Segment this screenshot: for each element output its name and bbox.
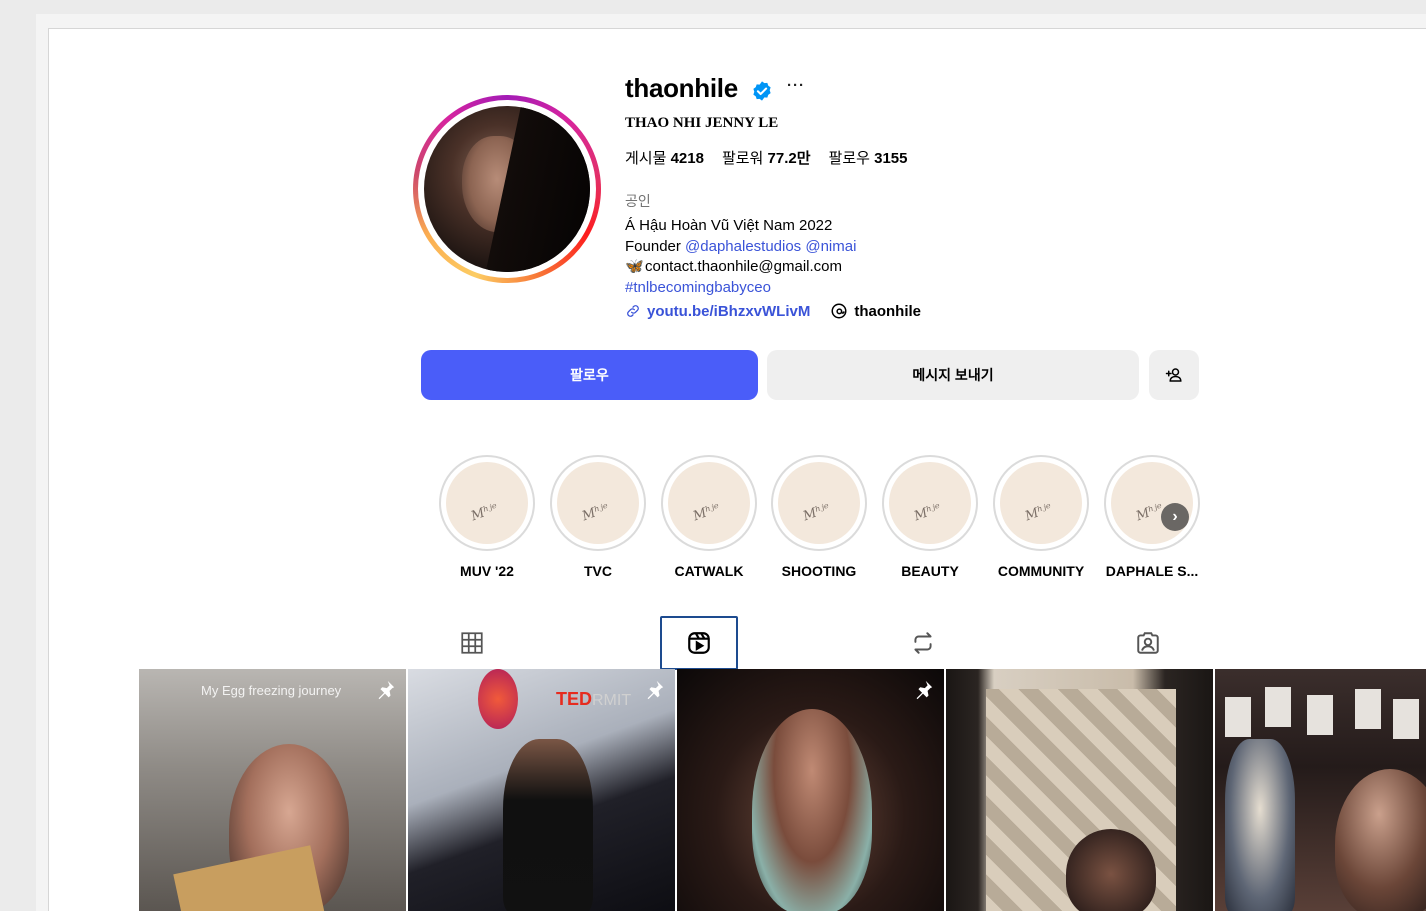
add-user-icon	[1165, 368, 1182, 382]
highlight-beauty[interactable]: Mʰʲᵉ BEAUTY	[882, 455, 978, 579]
bio-title-line: Á Hậu Hoàn Vũ Việt Nam 2022	[625, 217, 833, 234]
pin-icon	[916, 680, 933, 700]
butterfly-icon: 🦋	[625, 258, 644, 275]
tab-reposts[interactable]	[884, 616, 962, 670]
verified-badge-icon	[753, 81, 771, 101]
pin-icon	[378, 680, 395, 700]
mention-daphalestudios[interactable]: @daphalestudios	[685, 238, 801, 255]
bio-founder-line: Founder @daphalestudios @nimai	[625, 237, 857, 255]
profile-stats: 게시물 4218 팔로워 77.2만 팔로우 3155	[625, 147, 907, 168]
avatar-photo	[424, 106, 590, 272]
suggest-user-button[interactable]	[1149, 350, 1199, 400]
profile-tabs	[139, 616, 1426, 670]
profile-bio: Á Hậu Hoàn Vũ Việt Nam 2022 Founder @dap…	[625, 216, 856, 298]
highlight-label: CATWALK	[674, 563, 744, 579]
message-button[interactable]: 메시지 보내기	[767, 350, 1139, 400]
highlight-tvc[interactable]: Mʰʲᵉ TVC	[550, 455, 646, 579]
profile-page: thaonhile ··· THAO NHI JENNY LE 게시물 4218…	[48, 28, 1426, 911]
reel-overlay-text: My Egg freezing journey	[201, 683, 342, 698]
reel-thumbnail[interactable]: My Egg freezing journey	[139, 669, 406, 911]
profile-category: 공인	[625, 193, 651, 209]
highlight-label: COMMUNITY	[997, 563, 1085, 579]
reel-thumbnail[interactable]	[1215, 669, 1426, 911]
more-options-button[interactable]: ···	[787, 77, 805, 94]
bio-hashtag[interactable]: #tnlbecomingbabyceo	[625, 278, 856, 299]
reels-icon	[688, 632, 710, 654]
highlight-catwalk[interactable]: Mʰʲᵉ CATWALK	[661, 455, 757, 579]
profile-username: thaonhile	[625, 73, 738, 103]
threads-icon	[831, 303, 847, 319]
tab-tagged[interactable]	[1109, 616, 1187, 670]
reel-thumbnail[interactable]	[677, 669, 944, 911]
reels-grid: My Egg freezing journey TEDRMIT	[139, 669, 1426, 911]
tagged-icon	[1137, 632, 1159, 654]
reel-overlay-text: TEDRMIT	[556, 689, 632, 709]
profile-full-name: THAO NHI JENNY LE	[625, 115, 779, 131]
highlight-muv22[interactable]: Mʰʲᵉ MUV '22	[439, 455, 535, 579]
repost-icon	[914, 632, 932, 654]
following-count[interactable]: 팔로우 3155	[829, 147, 908, 168]
pin-icon	[647, 680, 664, 700]
bio-email-line: 🦋contact.thaonhile@gmail.com	[625, 257, 856, 278]
chevron-right-icon: ›	[1172, 508, 1178, 525]
highlight-label: SHOOTING	[781, 563, 857, 579]
highlights-next-button[interactable]: ›	[1161, 503, 1189, 531]
highlight-label: DAPHALE S...	[1105, 563, 1199, 579]
reel-thumbnail[interactable]: TEDRMIT	[408, 669, 675, 911]
highlight-label: TVC	[584, 563, 612, 579]
highlight-label: MUV '22	[460, 563, 514, 579]
tab-reels[interactable]	[660, 616, 738, 670]
mention-nimai[interactable]: @nimai	[805, 238, 856, 255]
posts-count: 게시물 4218	[625, 150, 704, 167]
link-icon	[627, 305, 639, 317]
follow-button[interactable]: 팔로우	[421, 350, 758, 400]
tab-posts[interactable]	[433, 616, 511, 670]
highlight-shooting[interactable]: Mʰʲᵉ SHOOTING	[771, 455, 867, 579]
threads-link[interactable]: thaonhile	[830, 302, 921, 320]
highlight-label: BEAUTY	[901, 563, 959, 579]
profile-avatar[interactable]	[413, 95, 601, 283]
followers-count[interactable]: 팔로워 77.2만	[722, 147, 811, 168]
external-link[interactable]: youtu.be/iBhzxvWLivM	[625, 303, 810, 320]
highlight-community[interactable]: Mʰʲᵉ COMMUNITY	[993, 455, 1089, 579]
grid-icon	[461, 632, 483, 654]
profile-links: youtu.be/iBhzxvWLivM thaonhile	[625, 302, 921, 320]
reel-thumbnail[interactable]	[946, 669, 1213, 911]
